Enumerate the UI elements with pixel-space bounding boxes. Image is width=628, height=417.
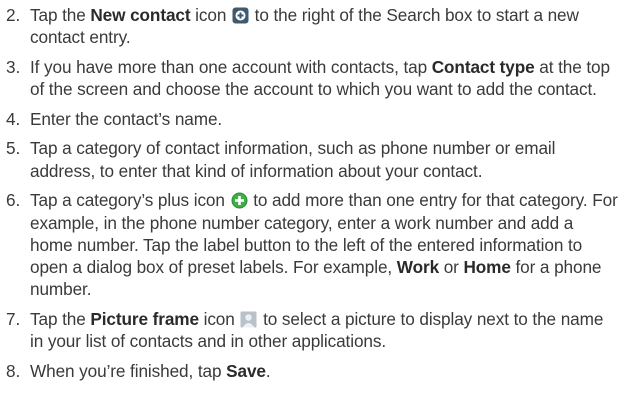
step-text-fragment: Tap the <box>30 5 91 25</box>
step-text: Tap a category of contact information, s… <box>30 138 555 180</box>
step-text-fragment: Tap the <box>30 309 91 330</box>
plus-icon <box>230 190 249 210</box>
ui-term: Work <box>396 257 440 278</box>
step-text: When you’re finished, tap Save. <box>30 361 271 381</box>
step-text-fragment: or <box>439 257 464 278</box>
step-text-fragment: When you’re finished, tap <box>30 360 227 381</box>
step-text: Tap the Picture frame icon to select a p… <box>30 309 603 351</box>
step-number: 6. <box>6 190 21 211</box>
step-text: If you have more than one account with c… <box>30 57 610 99</box>
picture-frame-icon <box>239 309 258 329</box>
step-text: Enter the contact’s name. <box>30 109 222 129</box>
ui-term: Home <box>463 257 511 278</box>
step-item: 8. When you’re finished, tap Save. <box>6 360 620 382</box>
ui-term: New contact <box>90 5 191 25</box>
step-item: 6. Tap a category’s plus icon to add more… <box>6 189 620 300</box>
step-number: 2. <box>6 5 21 25</box>
step-text-fragment: icon <box>190 5 231 25</box>
ui-term: Contact type <box>431 56 535 77</box>
step-text-fragment: icon <box>198 309 240 330</box>
step-number: 8. <box>6 360 21 381</box>
step-item: 5. Tap a category of contact information,… <box>6 137 620 182</box>
step-text: Tap the New contact icon to the right of… <box>30 5 579 47</box>
step-item: 2. Tap the New contact icon to the right … <box>6 4 620 49</box>
step-text-fragment: Tap a category’s plus icon <box>30 190 230 211</box>
ui-term: Picture frame <box>90 309 199 330</box>
step-item: 3. If you have more than one account with… <box>6 56 620 101</box>
step-text-fragment: . <box>265 360 271 381</box>
step-text-fragment: Enter the contact’s name. <box>30 108 223 129</box>
step-text-fragment: Tap a category of contact information, s… <box>30 138 556 181</box>
step-number: 7. <box>6 309 21 330</box>
instruction-list: 2. Tap the New contact icon to the right … <box>6 4 620 382</box>
step-item: 4. Enter the contact’s name. <box>6 108 620 130</box>
step-item: 7. Tap the Picture frame icon to select a… <box>6 308 620 353</box>
step-text-fragment: If you have more than one account with c… <box>30 56 432 77</box>
step-text: Tap a category’s plus icon to add more t… <box>30 190 618 299</box>
step-number: 5. <box>6 138 21 159</box>
manual-page: 2. Tap the New contact icon to the right … <box>0 0 628 417</box>
step-number: 3. <box>6 56 21 77</box>
step-number: 4. <box>6 108 21 129</box>
ui-term: Save <box>226 360 266 381</box>
new-contact-icon <box>231 5 250 25</box>
